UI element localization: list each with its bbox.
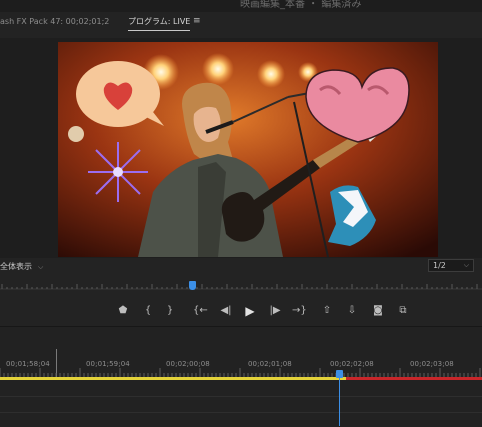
window-title: 映画編集_本番 ・ 編集済み <box>240 0 362 10</box>
export-frame-button[interactable]: ◙ <box>371 303 385 319</box>
tab-program-monitor[interactable]: プログラム: LIVE <box>128 16 191 31</box>
monitor-footer <box>0 258 482 274</box>
chevron-down-icon: ⌵ <box>38 263 44 271</box>
tab-source-monitor[interactable]: ash FX Pack 47: 00;02;01;2 <box>0 17 109 26</box>
render-bar <box>346 377 482 380</box>
timecode-label: 00;01;59;04 <box>86 360 130 368</box>
title-bar: 映画編集_本番 ・ 編集済み <box>0 0 482 12</box>
go-to-out-button[interactable]: →} <box>292 303 307 319</box>
chevron-down-icon: ⌵ <box>463 261 469 269</box>
concert-image <box>58 42 438 257</box>
panel-menu-icon[interactable]: ≡ <box>193 16 201 26</box>
playback-resolution-dropdown[interactable]: 1/2 ⌵ <box>428 259 474 272</box>
mark-out-button[interactable]: } <box>163 303 177 319</box>
track-divider <box>0 396 482 397</box>
lift-button[interactable]: ⇧ <box>320 303 334 319</box>
timeline-playhead[interactable] <box>336 370 343 378</box>
resolution-label: 1/2 <box>433 261 446 270</box>
go-to-in-button[interactable]: {← <box>193 303 208 319</box>
zoom-level-dropdown[interactable]: 全体表示 ⌵ <box>0 261 43 272</box>
timecode-label: 00;02;03;08 <box>410 360 454 368</box>
comparison-view-button[interactable]: ⧉ <box>396 303 410 319</box>
zoom-level-label: 全体表示 <box>0 262 32 271</box>
extract-button[interactable]: ⇩ <box>345 303 359 319</box>
timeline-ruler-ticks[interactable] <box>0 368 482 377</box>
video-frame[interactable] <box>58 42 438 257</box>
timecode-label: 00;02;00;08 <box>166 360 210 368</box>
timecode-label: 00;01;58;04 <box>6 360 50 368</box>
mini-playhead[interactable] <box>189 281 196 290</box>
add-marker-button[interactable]: ⬟ <box>116 303 130 319</box>
timecode-label: 00;02;01;08 <box>248 360 292 368</box>
mark-in-button[interactable]: { <box>141 303 155 319</box>
mini-time-ruler[interactable] <box>0 278 482 298</box>
step-back-button[interactable]: ◀| <box>219 303 233 319</box>
playhead-line <box>339 378 340 426</box>
timecode-label: 00;02;02;08 <box>330 360 374 368</box>
track-divider <box>0 412 482 413</box>
step-forward-button[interactable]: |▶ <box>268 303 282 319</box>
play-button[interactable]: ▶ <box>243 303 257 319</box>
